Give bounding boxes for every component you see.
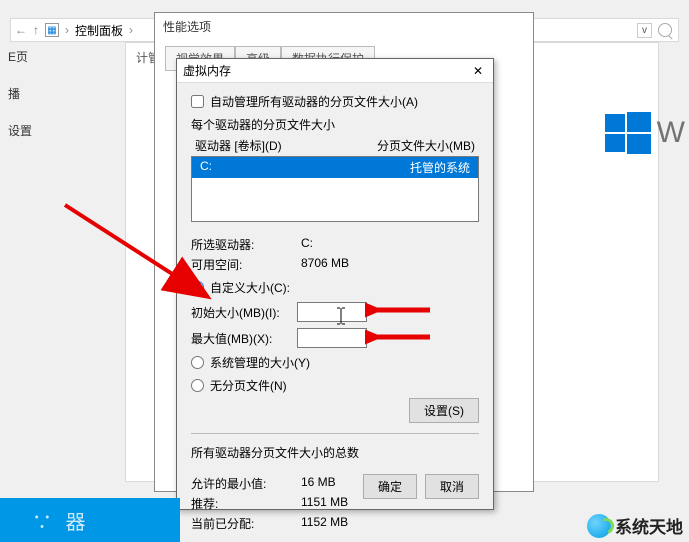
sidebar-settings[interactable]: 设置 [8,122,48,139]
drive-row-selected[interactable]: C: 托管的系统 [192,157,478,178]
taskbar-fragment: ∵ 器 [0,498,180,542]
sidebar: E页 播 设置 [8,48,48,159]
ok-button[interactable]: 确定 [363,474,417,499]
column-drive: 驱动器 [卷标](D) [195,137,282,154]
windows-letter: W [657,116,685,150]
selected-drive-value: C: [301,236,479,253]
control-panel-icon: ▦ [45,23,59,37]
address-dropdown-icon[interactable]: v [637,23,652,38]
max-size-input[interactable] [297,328,367,348]
nav-up-icon[interactable]: ↑ [33,23,39,37]
sidebar-item[interactable]: 播 [8,85,48,102]
chevron-right-icon: › [65,23,69,37]
column-size: 分页文件大小(MB) [377,137,475,154]
taskbar-text: ∵ 器 [32,506,90,535]
dialog-title: 虚拟内存 [183,62,231,79]
breadcrumb-control-panel[interactable]: 控制面板 [75,22,123,39]
set-button[interactable]: 设置(S) [409,398,479,423]
virtual-memory-dialog: 虚拟内存 ✕ 自动管理所有驱动器的分页文件大小(A) 每个驱动器的分页文件大小 … [176,58,494,510]
system-managed-radio[interactable] [191,356,204,369]
watermark: 系统天地 [587,513,683,538]
initial-size-label: 初始大小(MB)(I): [191,304,287,321]
max-size-label: 最大值(MB)(X): [191,330,287,347]
windows-logo: W [605,110,685,156]
totals-label: 所有驱动器分页文件大小的总数 [191,444,479,461]
free-space-label: 可用空间: [191,256,301,273]
no-paging-label: 无分页文件(N) [210,377,287,394]
watermark-text: 系统天地 [615,513,683,538]
current-allocated-value: 1152 MB [301,515,479,532]
windows-icon [605,110,651,156]
custom-size-radio[interactable] [191,281,204,294]
auto-manage-checkbox[interactable] [191,95,204,108]
selected-drive-label: 所选驱动器: [191,236,301,253]
drive-listbox[interactable]: C: 托管的系统 [191,156,479,222]
cancel-button[interactable]: 取消 [425,474,479,499]
each-drive-label: 每个驱动器的分页文件大小 [191,116,479,133]
sidebar-home[interactable]: E页 [8,48,48,65]
dialog-titlebar: 性能选项 [155,13,533,39]
free-space-value: 8706 MB [301,256,479,273]
current-allocated-label: 当前已分配: [191,515,301,532]
drive-name: C: [200,159,212,176]
separator [191,433,479,434]
watermark-icon [587,514,611,538]
close-icon[interactable]: ✕ [469,62,487,80]
search-icon[interactable] [658,23,672,37]
nav-back-icon[interactable]: ← [15,23,27,37]
auto-manage-label: 自动管理所有驱动器的分页文件大小(A) [210,93,418,110]
custom-size-label: 自定义大小(C): [210,279,290,296]
drive-value: 托管的系统 [410,159,470,176]
dialog-title: 性能选项 [163,18,211,35]
no-paging-radio[interactable] [191,379,204,392]
system-managed-label: 系统管理的大小(Y) [210,354,310,371]
chevron-right-icon: › [129,23,133,37]
initial-size-input[interactable] [297,302,367,322]
dialog-titlebar: 虚拟内存 ✕ [177,59,493,83]
